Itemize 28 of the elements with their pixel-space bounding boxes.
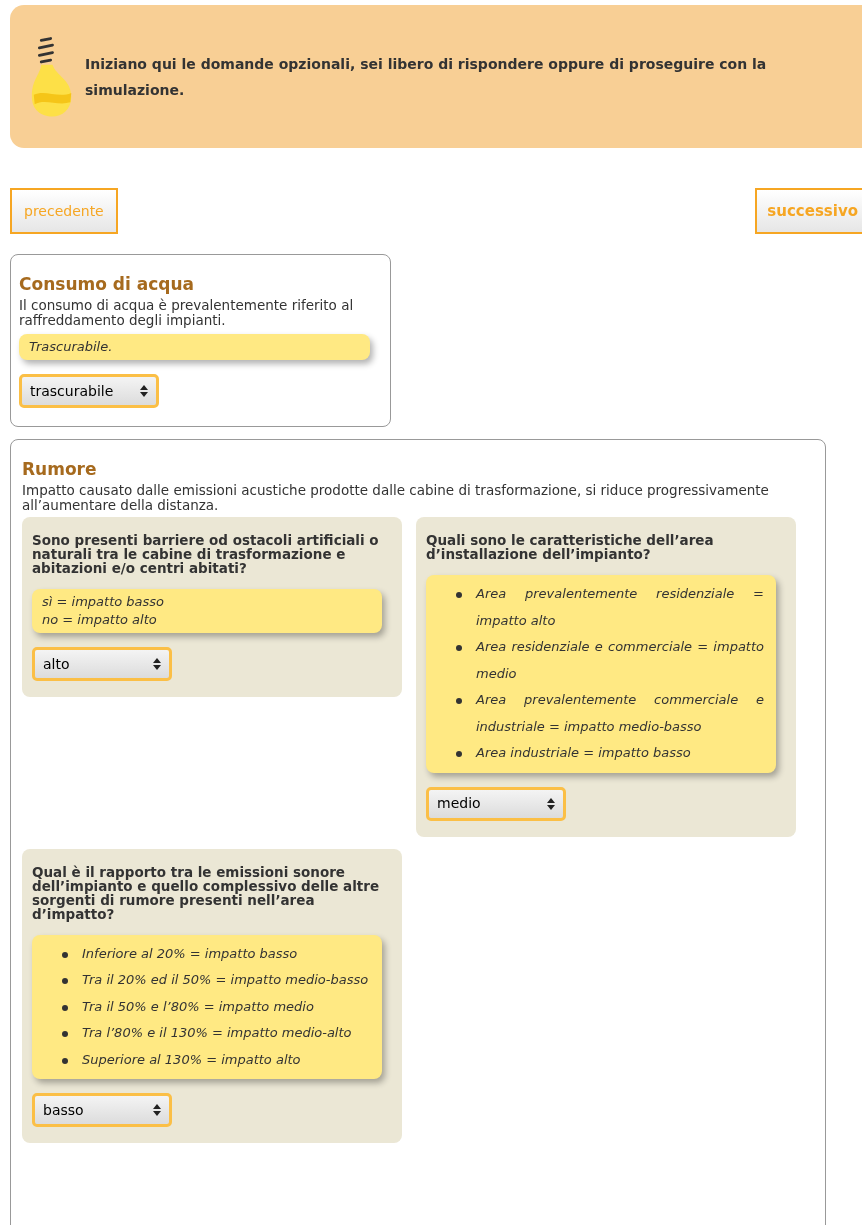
card-description: Il consumo di acqua è prevalentemente riferito al raffreddamento degli impianti.: [19, 298, 355, 328]
hint-text: Tra il 20% ed il 50% = impatto medio-basso: [82, 971, 369, 989]
hint-text: Area prevalentemente commerciale e industriale = impatto medio-basso: [476, 691, 764, 736]
select-value: medio: [437, 794, 481, 813]
question-text: Qual è il rapporto tra le emissioni sonore dell’impianto e quello complessivo delle altre sorgenti di rumore presenti nell’area d’impatto?: [32, 864, 381, 921]
notice-text: Iniziano qui le domande opzionali, sei libero di rispondere oppure di proseguire con la simulazione.: [85, 54, 768, 100]
card-title: Rumore: [22, 458, 98, 480]
select-value: basso: [43, 1100, 84, 1120]
hint-text: sì = impatto basso: [42, 593, 166, 611]
hint-text: no = impatto alto: [42, 611, 158, 629]
select-field[interactable]: basso: [32, 1093, 172, 1127]
hint-text: Area prevalentemente residenziale = impatto alto: [476, 585, 764, 630]
hint-text: Tra il 50% e l’80% = impatto medio: [82, 997, 314, 1016]
hint-text: Inferiore al 20% = impatto basso: [82, 944, 298, 963]
select-value: alto: [43, 654, 70, 674]
select-field[interactable]: trascurabile: [19, 374, 159, 408]
hint-text: Trascurabile.: [29, 338, 114, 356]
select-value: trascurabile: [30, 381, 114, 401]
card-description: Impatto causato dalle emissioni acustiche prodotte dalle cabine di trasformazione, si riduce progressivamente all’aumentare della distanza.: [22, 483, 770, 513]
hint-text: Area residenziale e commerciale = impatto medio: [476, 638, 764, 683]
hint-text: Tra l’80% e il 130% = impatto medio-alto: [82, 1024, 352, 1042]
card-title: Consumo di acqua: [19, 273, 195, 295]
question-text: Quali sono le caratteristiche dell’area d’installazione dell’impianto?: [426, 533, 715, 561]
hint-text: Superiore al 130% = impatto alto: [82, 1050, 301, 1069]
question-text: Sono presenti barriere od ostacoli artificiali o naturali tra le cabine di trasformazione e abitazioni e/o centri abitati?: [32, 533, 380, 575]
hint-text: Area industriale = impatto basso: [476, 744, 691, 762]
select-field[interactable]: medio: [426, 786, 566, 821]
select-field[interactable]: alto: [32, 647, 172, 681]
